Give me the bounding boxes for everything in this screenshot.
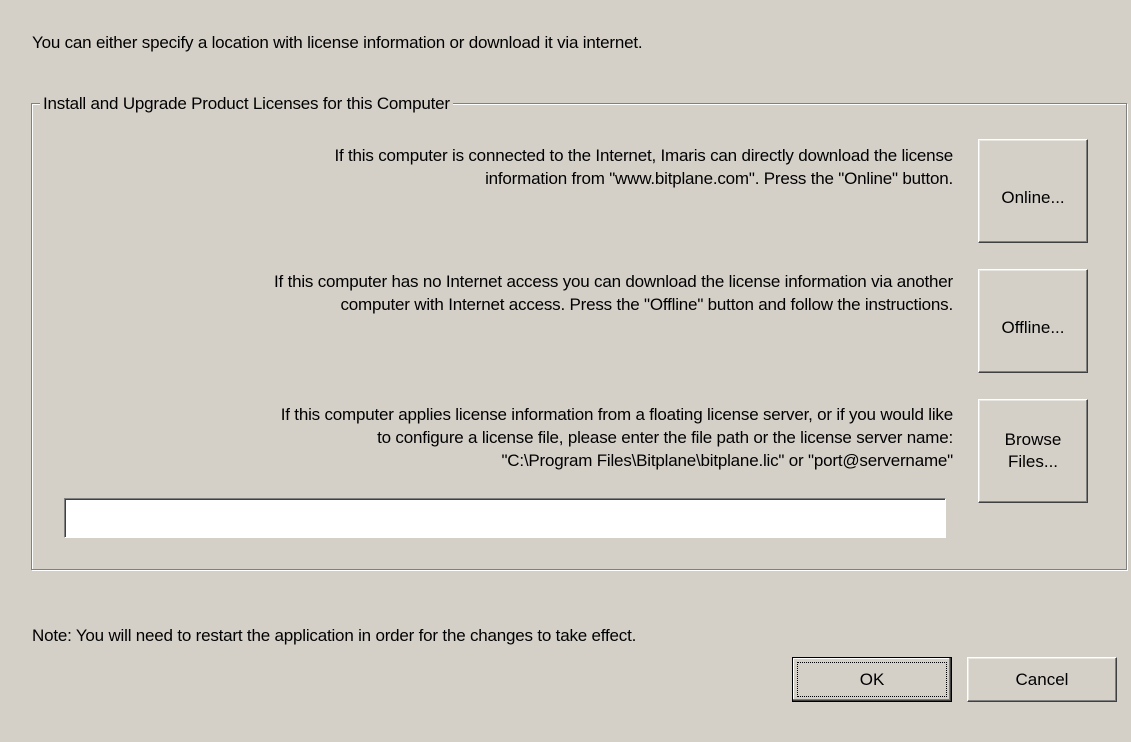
license-file-description: If this computer applies license informa…: [281, 403, 953, 472]
cancel-button[interactable]: Cancel: [967, 657, 1117, 702]
groupbox-title: Install and Upgrade Product Licenses for…: [40, 94, 453, 114]
online-button-label: Online...: [1001, 188, 1065, 207]
license-file-description-line: to configure a license file, please ente…: [377, 428, 953, 447]
online-description-line: If this computer is connected to the Int…: [334, 146, 953, 165]
offline-button[interactable]: Offline...: [978, 269, 1088, 373]
license-path-input[interactable]: [64, 498, 946, 538]
online-description-line: information from "www.bitplane.com". Pre…: [485, 169, 953, 188]
online-description: If this computer is connected to the Int…: [334, 144, 953, 190]
offline-description: If this computer has no Internet access …: [274, 270, 953, 316]
offline-description-line: If this computer has no Internet access …: [274, 272, 953, 291]
offline-description-line: computer with Internet access. Press the…: [340, 295, 953, 314]
browse-files-button-label: Browse: [1004, 430, 1062, 449]
license-file-description-line: If this computer applies license informa…: [280, 405, 953, 424]
online-button[interactable]: Online...: [978, 139, 1088, 243]
browse-files-button[interactable]: Browse Files...: [978, 399, 1088, 503]
ok-button-label: OK: [859, 669, 885, 689]
ok-button[interactable]: OK: [792, 657, 952, 702]
license-file-description-line: "C:\Program Files\Bitplane\bitplane.lic"…: [501, 451, 953, 470]
intro-text: You can either specify a location with l…: [32, 33, 643, 52]
cancel-button-label: Cancel: [1015, 669, 1069, 689]
browse-files-button-label: Files...: [1007, 452, 1059, 471]
offline-button-label: Offline...: [1001, 318, 1065, 337]
restart-note: Note: You will need to restart the appli…: [32, 626, 637, 645]
